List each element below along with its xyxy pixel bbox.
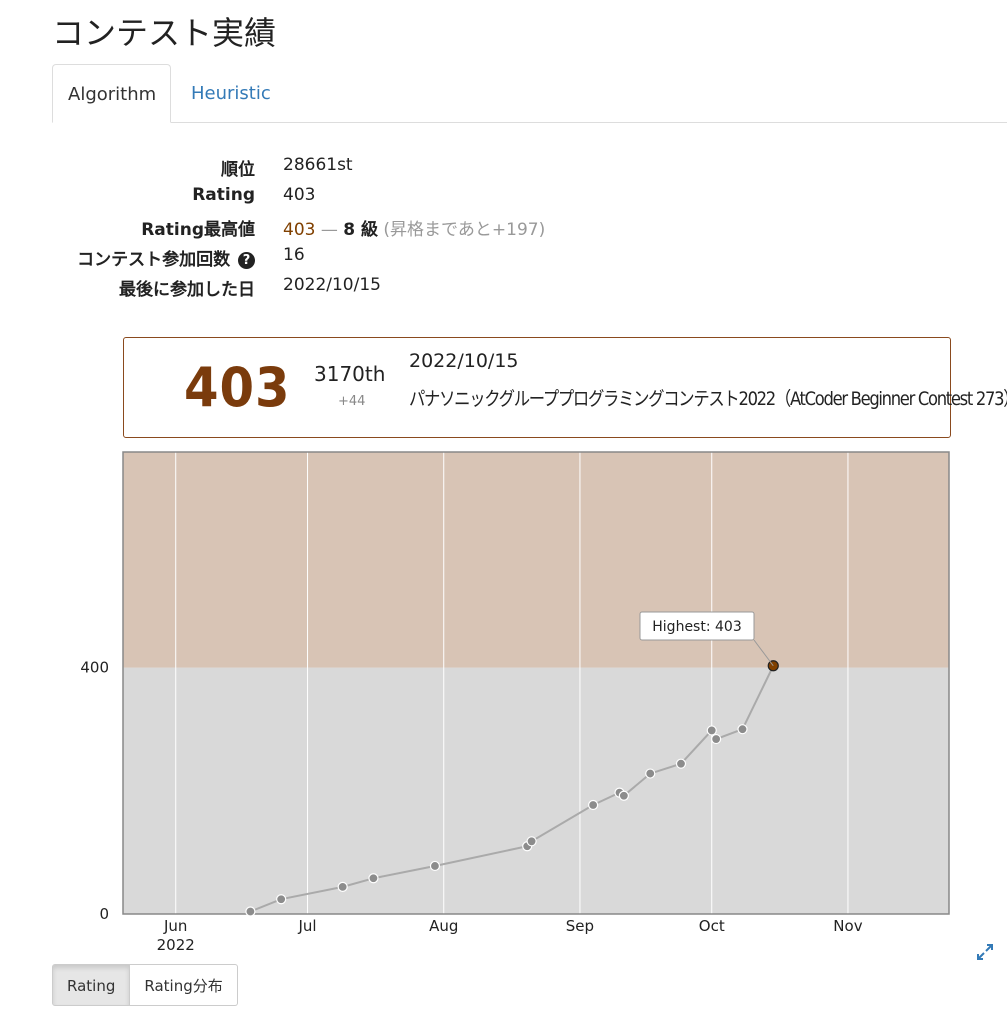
- selected-contest-card: 403 3170th +44 2022/10/15 パナソニックグループプログラ…: [123, 337, 1007, 438]
- rating-point: [429, 860, 441, 872]
- last-contest-label: 最後に参加した日: [119, 280, 255, 300]
- contest-tabs: Algorithm Heuristic: [52, 64, 1007, 123]
- promotion-remaining: (昇格まであと+197): [383, 220, 546, 240]
- rank-row: 順位 28661st: [0, 155, 1007, 185]
- rating-point: [618, 790, 629, 801]
- x-tick-label: Aug: [429, 917, 458, 935]
- highest-separator: —: [320, 220, 338, 240]
- rating-distribution-button[interactable]: Rating分布: [130, 964, 238, 1006]
- y-tick-label: 400: [80, 659, 109, 677]
- rating-point: [368, 873, 379, 884]
- x-tick-label: Oct: [699, 917, 725, 935]
- count-label: コンテスト参加回数: [77, 250, 231, 270]
- x-tick-label: Jul: [297, 917, 316, 935]
- y-tick-label: 0: [99, 905, 109, 923]
- highest-row: Rating最高値 403 — 8 級 (昇格まであと+197): [0, 215, 1007, 245]
- tab-heuristic[interactable]: Heuristic: [176, 64, 286, 122]
- rating-point: [645, 768, 656, 779]
- last-contest-row: 最後に参加した日 2022/10/15: [0, 275, 1007, 305]
- rating-point: [706, 725, 717, 736]
- rating-band-1: [123, 452, 949, 668]
- rating-point: [767, 660, 779, 672]
- rating-label: Rating: [192, 185, 255, 205]
- rating-point: [737, 724, 748, 735]
- highest-label: Rating最高値: [141, 220, 255, 240]
- rating-point: [526, 836, 537, 847]
- count-value: 16: [283, 245, 305, 265]
- last-contest-value: 2022/10/15: [283, 275, 381, 295]
- highest-value-group: 403 — 8 級 (昇格まであと+197): [283, 215, 545, 240]
- contest-date: 2022/10/15: [409, 350, 519, 372]
- contest-rank: 3170th: [314, 362, 386, 386]
- rating-button[interactable]: Rating: [52, 964, 131, 1006]
- rating-point: [675, 758, 687, 769]
- x-tick-label: Jun: [163, 917, 187, 935]
- question-circle-icon[interactable]: ?: [238, 252, 255, 269]
- rating-delta: +44: [338, 394, 366, 409]
- rating-row: Rating 403: [0, 185, 1007, 215]
- chart-mode-toggle: Rating Rating分布: [52, 964, 238, 1006]
- rating-point: [588, 799, 599, 811]
- rating-value: 403: [283, 185, 316, 205]
- contest-rating: 403: [184, 356, 291, 419]
- tab-algorithm[interactable]: Algorithm: [52, 64, 171, 123]
- rating-point: [711, 733, 722, 745]
- x-tick-label: Sep: [566, 917, 594, 935]
- rank-label: 順位: [221, 160, 255, 180]
- page-title: コンテスト実績: [52, 14, 277, 52]
- rating-chart[interactable]: Jun2022 Jul Aug Sep Oct Nov 0 400 Highest: 403: [0, 440, 1007, 960]
- count-label-group: コンテスト参加回数 ?: [77, 245, 255, 270]
- expand-icon[interactable]: [975, 942, 995, 962]
- highest-value: 403: [283, 220, 316, 240]
- x-tick-sublabel: 2022: [157, 936, 195, 954]
- rating-band-0: [123, 667, 949, 914]
- x-tick-label: Nov: [833, 917, 862, 935]
- rating-point: [276, 894, 287, 905]
- highest-annotation: Highest: 403: [652, 619, 741, 635]
- highest-kyu: 8 級: [343, 220, 379, 240]
- count-row: コンテスト参加回数 ? 16: [0, 245, 1007, 275]
- contest-name[interactable]: パナソニックグループプログラミングコンテスト2022（AtCoder Begin…: [409, 384, 1007, 411]
- rating-point: [337, 881, 348, 892]
- rank-value: 28661st: [283, 155, 353, 175]
- rating-point: [245, 906, 256, 917]
